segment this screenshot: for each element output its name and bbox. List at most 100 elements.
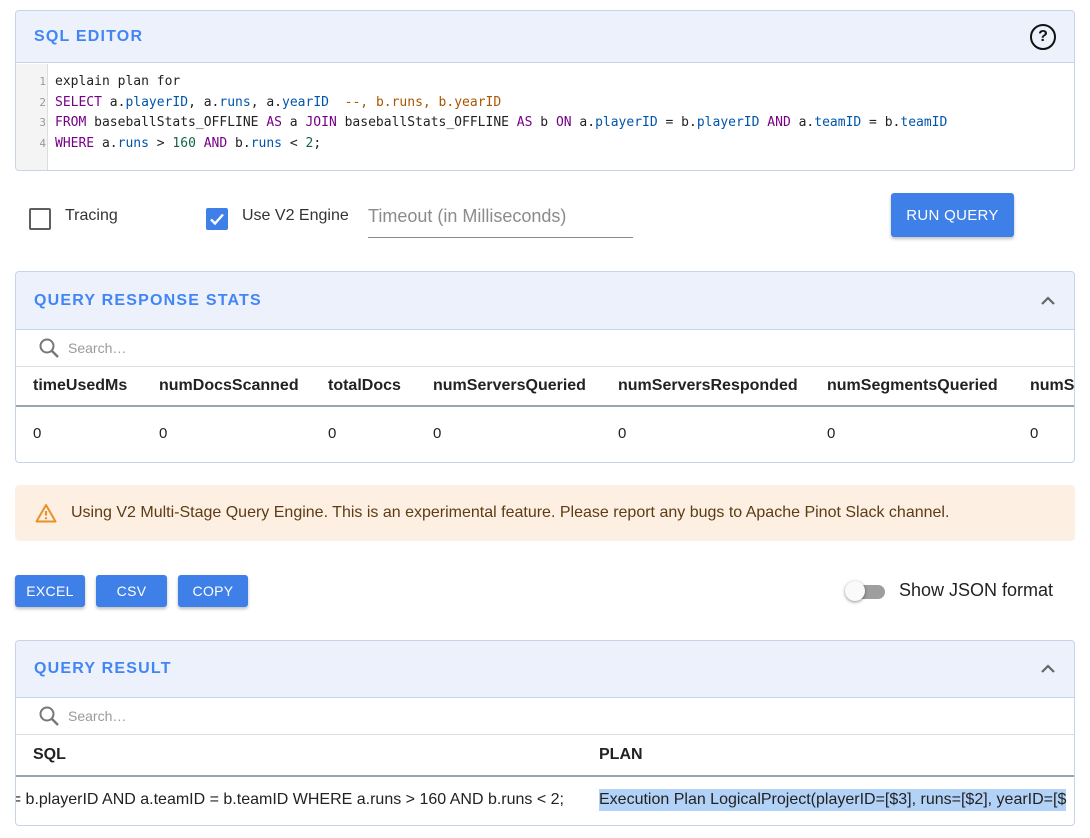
code-token: runs <box>219 94 251 110</box>
code-token: b. <box>227 135 251 151</box>
stats-col-header[interactable]: numDocsScanned <box>159 377 299 395</box>
result-col-plan[interactable]: PLAN <box>599 746 643 764</box>
use-v2-engine-checkbox[interactable] <box>206 208 228 230</box>
line-number: 3 <box>39 116 46 129</box>
chevron-up-icon[interactable] <box>1040 661 1056 677</box>
query-result-panel: QUERY RESULT SQL PLAN D = b.playerID AND… <box>15 640 1075 826</box>
stats-col-header[interactable]: numServersResponded <box>618 377 798 395</box>
code-token: AS <box>266 115 282 130</box>
result-sql-cell[interactable]: D = b.playerID AND a.teamID = b.teamID W… <box>16 791 564 809</box>
stats-cell: 0 <box>433 425 442 442</box>
code-token: , a. <box>188 94 220 110</box>
code-token: = b. <box>657 115 697 130</box>
use-v2-engine-label: Use V2 Engine <box>242 207 349 224</box>
export-csv-button[interactable]: CSV <box>96 575 167 607</box>
checkmark-icon <box>210 213 224 226</box>
stats-search-bar <box>16 330 1074 367</box>
stats-col-header[interactable]: totalDocs <box>328 377 401 395</box>
run-query-button[interactable]: RUN QUERY <box>891 193 1014 237</box>
code-token: AS <box>516 115 533 130</box>
timeout-input[interactable] <box>368 200 633 227</box>
code-token: > <box>148 135 173 151</box>
code-token: ON <box>555 115 572 130</box>
sql-editor-panel: SQL EDITOR ? 1 explain plan for 2 SELECT a.… <box>15 10 1075 171</box>
result-search-bar <box>16 698 1074 735</box>
code-token: SELECT <box>55 94 102 110</box>
code-editor[interactable]: 1 explain plan for 2 SELECT a.playerID, a.r… <box>16 64 1074 170</box>
code-token: a. <box>571 115 596 130</box>
code-token: playerID <box>125 94 189 110</box>
stats-header-row: timeUsedMs numDocsScanned totalDocs numS… <box>16 367 1074 407</box>
copy-button[interactable]: COPY <box>178 575 248 607</box>
v2-engine-warning-banner: Using V2 Multi-Stage Query Engine. This … <box>15 485 1075 541</box>
show-json-toggle[interactable] <box>845 578 887 604</box>
stats-col-header[interactable]: numSegmentsQueried <box>827 377 998 395</box>
stats-search-input[interactable] <box>68 340 368 356</box>
code-token: a. <box>790 115 815 130</box>
code-token: runs <box>117 135 149 151</box>
code-token: baseballStats_OFFLINE <box>86 115 267 130</box>
code-token: 160 <box>172 135 196 151</box>
result-title: QUERY RESULT <box>34 660 172 677</box>
query-response-stats-panel: QUERY RESPONSE STATS timeUsedMs numDocsS… <box>15 271 1075 463</box>
line-number: 2 <box>39 95 46 109</box>
code-token: JOIN <box>305 115 337 130</box>
timeout-field[interactable] <box>368 200 633 238</box>
line-number: 1 <box>39 75 46 88</box>
search-icon <box>39 706 59 726</box>
line-number: 4 <box>39 136 46 150</box>
code-token: runs <box>250 135 283 151</box>
stats-cell: 0 <box>328 425 337 442</box>
code-token: playerID <box>595 115 658 130</box>
code-token: --, b.runs, b.yearID <box>328 94 502 110</box>
show-json-label: Show JSON format <box>899 580 1054 600</box>
code-token: WHERE <box>55 135 95 151</box>
result-header-row: SQL PLAN <box>16 735 1074 777</box>
export-excel-button[interactable]: EXCEL <box>15 575 85 607</box>
stats-cell: 0 <box>1030 425 1039 442</box>
result-header[interactable]: QUERY RESULT <box>16 641 1074 698</box>
code-token: FROM <box>55 115 87 130</box>
code-token: explain plan for <box>55 74 181 89</box>
stats-cell: 0 <box>618 425 627 442</box>
sql-editor-header: SQL EDITOR ? <box>16 11 1074 63</box>
code-token: AND <box>767 115 791 130</box>
warning-triangle-icon <box>35 504 57 523</box>
code-token: , a. <box>250 94 283 110</box>
tracing-checkbox[interactable] <box>29 208 51 230</box>
help-circle-icon[interactable]: ? <box>1030 23 1056 50</box>
sql-editor-title: SQL EDITOR <box>34 27 144 45</box>
result-col-sql[interactable]: SQL <box>33 746 66 764</box>
code-token: yearID <box>282 94 329 110</box>
stats-col-header[interactable]: timeUsedMs <box>33 377 127 395</box>
stats-cell: 0 <box>827 425 836 442</box>
code-token: a. <box>94 135 118 151</box>
code-token: = b. <box>861 115 901 130</box>
stats-cell: 0 <box>159 425 168 442</box>
result-plan-cell[interactable]: Execution Plan LogicalProject(playerID=[… <box>599 789 1067 811</box>
code-token: teamID <box>900 115 948 130</box>
code-token: teamID <box>814 115 862 130</box>
warning-text: Using V2 Multi-Stage Query Engine. This … <box>71 504 950 521</box>
code-text: SELECT a.playerID, a.runs, a.yearID --, … <box>55 93 501 113</box>
table-row: D = b.playerID AND a.teamID = b.teamID W… <box>16 777 1074 825</box>
stats-col-header[interactable]: numS <box>1030 377 1074 395</box>
code-token: playerID <box>696 115 760 130</box>
stats-col-header[interactable]: numServersQueried <box>433 377 586 395</box>
stats-title: QUERY RESPONSE STATS <box>34 291 262 309</box>
stats-header[interactable]: QUERY RESPONSE STATS <box>16 272 1074 330</box>
toggle-thumb <box>845 581 865 601</box>
result-search-input[interactable] <box>68 708 368 724</box>
code-text: WHERE a.runs > 160 AND b.runs < 2; <box>55 134 321 154</box>
code-text: FROM baseballStats_OFFLINE AS a JOIN bas… <box>55 113 947 133</box>
search-icon <box>39 338 59 358</box>
tracing-label: Tracing <box>65 207 118 224</box>
chevron-up-icon[interactable] <box>1040 293 1056 309</box>
code-token: ; <box>313 135 322 151</box>
code-token: AND <box>203 135 228 151</box>
code-token: a <box>281 115 306 130</box>
stats-cell: 0 <box>33 425 42 442</box>
code-token: baseballStats_OFFLINE <box>336 115 517 130</box>
code-token: b <box>532 115 556 130</box>
code-token: < <box>282 135 306 151</box>
